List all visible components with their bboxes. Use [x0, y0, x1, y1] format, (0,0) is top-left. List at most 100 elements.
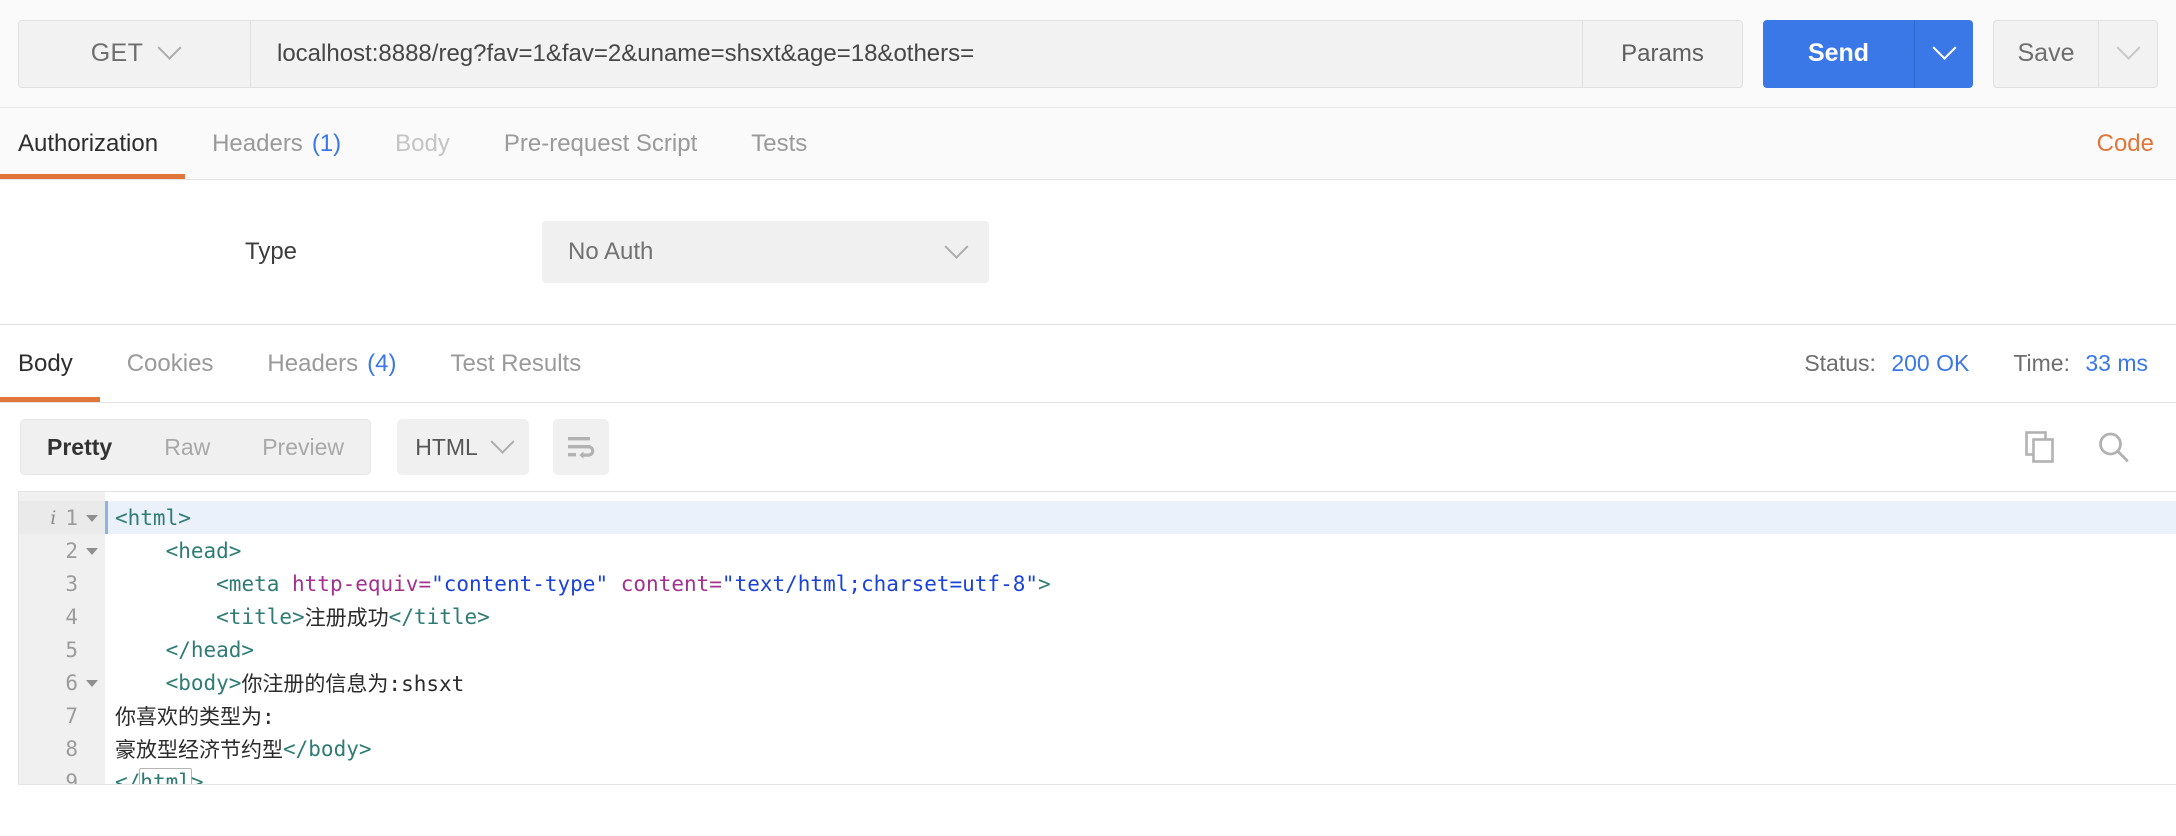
time-label: Time:: [2013, 350, 2070, 376]
save-options-button[interactable]: [2099, 21, 2157, 87]
info-icon[interactable]: i: [50, 507, 56, 529]
line-number: 9: [65, 770, 78, 786]
chevron-down-icon: [2116, 36, 2140, 60]
code-token-tag-boxed: html: [139, 768, 192, 785]
response-tab-headers[interactable]: Headers (4): [240, 325, 423, 402]
save-button[interactable]: Save: [1994, 21, 2099, 87]
url-input[interactable]: [251, 21, 1582, 87]
gutter-line-4: 4: [19, 600, 105, 633]
http-method-select[interactable]: GET: [19, 21, 251, 87]
request-tabs: Authorization Headers (1) Body Pre-reque…: [0, 108, 2176, 180]
chevron-down-icon: [490, 429, 514, 453]
code-token-text: 注册成功: [305, 602, 389, 632]
fold-toggle-icon[interactable]: [86, 680, 98, 687]
line-number: 4: [65, 605, 78, 629]
fold-spacer: [86, 779, 98, 785]
code-token-tag: <head>: [166, 539, 242, 563]
authorization-panel: Type No Auth: [0, 180, 2176, 325]
response-format-label: HTML: [415, 434, 478, 461]
tab-label: Authorization: [18, 130, 158, 158]
line-number: 6: [65, 671, 78, 695]
view-mode-label: Pretty: [47, 434, 112, 461]
gutter-line-2: 2: [19, 534, 105, 567]
gutter-line-7: 7: [19, 699, 105, 732]
word-wrap-icon: [566, 434, 596, 460]
tab-body[interactable]: Body: [368, 108, 477, 179]
search-button[interactable]: [2096, 430, 2130, 464]
tab-label: Headers: [267, 350, 358, 378]
code-token-tag: >: [1038, 572, 1051, 596]
tab-headers[interactable]: Headers (1): [185, 108, 368, 179]
code-token-plain: [608, 572, 621, 596]
send-label: Send: [1808, 39, 1869, 68]
params-button[interactable]: Params: [1582, 21, 1742, 87]
code-line: <title>注册成功</title>: [105, 600, 2176, 633]
response-actions: [2022, 430, 2130, 464]
gutter-line-6: 6: [19, 666, 105, 699]
fold-toggle-icon[interactable]: [86, 548, 98, 555]
response-tab-test-results[interactable]: Test Results: [423, 325, 608, 402]
view-mode-preview[interactable]: Preview: [236, 420, 370, 474]
line-number: 1: [65, 506, 78, 530]
response-tab-body[interactable]: Body: [0, 325, 100, 402]
tab-tests[interactable]: Tests: [724, 108, 834, 179]
code-token-text: 你喜欢的类型为:: [115, 701, 275, 731]
send-options-button[interactable]: [1915, 20, 1973, 88]
gutter-line-3: 3: [19, 567, 105, 600]
view-mode-label: Preview: [262, 434, 344, 461]
chevron-down-icon: [944, 234, 968, 258]
code-token-tag: </: [115, 770, 140, 785]
code-link[interactable]: Code: [2097, 130, 2154, 158]
code-token-plain: [115, 605, 216, 629]
code-token-tag: <meta: [216, 572, 292, 596]
tab-label: Cookies: [127, 350, 214, 378]
code-token-text: 豪放型经济节约型: [115, 734, 283, 764]
response-body-editor[interactable]: i1 2 3 4 5 6 7 8 9 <html> <head> <meta http-equi…: [18, 491, 2176, 785]
send-button[interactable]: Send: [1763, 20, 1915, 88]
response-toolbar: Pretty Raw Preview HTML: [0, 403, 2176, 491]
code-line: </head>: [105, 633, 2176, 666]
gutter-line-8: 8: [19, 732, 105, 765]
save-label: Save: [2018, 39, 2075, 68]
view-mode-pretty[interactable]: Pretty: [21, 420, 138, 474]
code-token-attr: content=: [621, 572, 722, 596]
view-mode-segmented-control: Pretty Raw Preview: [20, 419, 371, 475]
auth-type-value: No Auth: [568, 238, 653, 266]
status-badge: Status: 200 OK: [1804, 350, 1969, 377]
line-number: 3: [65, 572, 78, 596]
code-token-tag: >: [191, 770, 204, 785]
response-tabs: Body Cookies Headers (4) Test Results St…: [0, 325, 2176, 403]
tab-label: Headers: [212, 130, 303, 158]
code-token-tag: </head>: [166, 638, 255, 662]
view-mode-raw[interactable]: Raw: [138, 420, 236, 474]
chevron-down-icon: [1932, 36, 1956, 60]
save-button-group: Save: [1993, 20, 2158, 88]
response-format-select[interactable]: HTML: [397, 419, 529, 475]
fold-toggle-icon[interactable]: [86, 515, 98, 522]
copy-icon: [2022, 430, 2056, 464]
gutter-line-5: 5: [19, 633, 105, 666]
auth-type-select[interactable]: No Auth: [542, 221, 989, 283]
line-number: 8: [65, 737, 78, 761]
http-method-label: GET: [91, 39, 144, 68]
code-token-val: "text/html;charset=utf-8": [722, 572, 1038, 596]
tab-authorization[interactable]: Authorization: [0, 108, 185, 179]
response-tab-cookies[interactable]: Cookies: [100, 325, 241, 402]
tab-label: Tests: [751, 130, 807, 158]
tab-pre-request-script[interactable]: Pre-request Script: [477, 108, 724, 179]
line-number: 2: [65, 539, 78, 563]
code-token-tag: </title>: [389, 605, 490, 629]
editor-code-area[interactable]: <html> <head> <meta http-equiv="content-…: [105, 492, 2176, 784]
code-token-tag: </body>: [283, 737, 372, 761]
code-token-text: 你注册的信息为:shsxt: [241, 668, 464, 698]
fold-spacer: [86, 713, 98, 720]
send-button-group: Send: [1763, 20, 1973, 88]
word-wrap-button[interactable]: [553, 419, 609, 475]
code-token-tag: <html>: [115, 506, 191, 530]
copy-button[interactable]: [2022, 430, 2056, 464]
code-line: 豪放型经济节约型</body>: [105, 732, 2176, 765]
gutter-line-9: 9: [19, 765, 105, 785]
time-value: 33 ms: [2085, 350, 2148, 376]
tab-label: Body: [18, 350, 73, 378]
search-icon: [2096, 430, 2130, 464]
